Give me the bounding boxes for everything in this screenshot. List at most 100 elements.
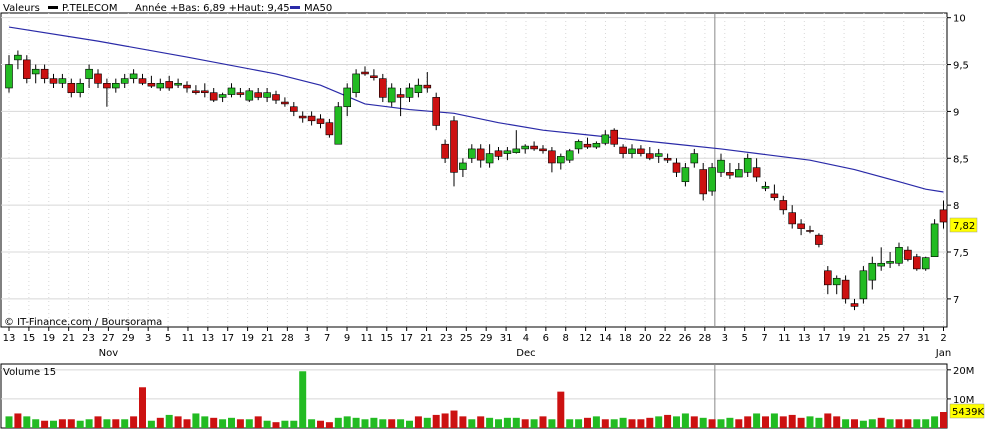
volume-bar <box>317 420 324 428</box>
x-tick-label: 29 <box>480 333 493 344</box>
candle <box>610 128 619 148</box>
legend-range: Année +Bas: 6,89 +Haut: 9,45 <box>135 2 290 14</box>
volume-bar <box>708 419 716 428</box>
candle-body <box>343 87 352 108</box>
x-tick-label: 28 <box>281 333 294 344</box>
volume-bar <box>139 387 146 428</box>
candle-body <box>14 54 22 61</box>
candle-body <box>467 148 476 159</box>
candle-body <box>5 64 13 89</box>
candle <box>859 266 868 304</box>
candle <box>912 253 921 271</box>
x-tick-label: 14 <box>599 333 612 344</box>
candle-body <box>94 73 102 84</box>
candle-body <box>183 84 191 89</box>
volume-bar <box>637 419 645 428</box>
candle-body <box>378 78 387 98</box>
volume-bar <box>512 417 520 428</box>
volume-bar <box>859 420 867 428</box>
x-tick-label: 21 <box>62 333 75 344</box>
volume-bar <box>904 419 912 428</box>
volume-bar <box>530 419 538 428</box>
last-volume-badge: 5439K <box>949 403 984 419</box>
candle <box>708 162 716 196</box>
candle-body <box>174 82 182 86</box>
candle-body <box>583 143 592 148</box>
candle-body <box>236 92 245 95</box>
volume-bar <box>32 419 40 428</box>
volume-bar <box>14 413 22 428</box>
candle-body <box>370 75 378 78</box>
x-tick-label: 28 <box>699 333 712 344</box>
candle-body <box>40 68 49 79</box>
volume-bar <box>486 417 494 428</box>
x-tick-label: 3 <box>145 333 151 344</box>
volume-bar <box>156 417 164 428</box>
x-tick-label: 20 <box>639 333 652 344</box>
candle-body <box>387 87 396 103</box>
symbol-swatch <box>48 6 58 9</box>
x-tick-label: 11 <box>182 333 195 344</box>
candle-body <box>628 148 636 154</box>
volume-bar <box>477 416 485 428</box>
candle-body <box>76 82 84 93</box>
x-tick-label: 17 <box>400 333 413 344</box>
x-tick-label: 27 <box>897 333 910 344</box>
candle-body <box>815 234 823 245</box>
volume-bar <box>352 417 360 428</box>
volume-bar <box>272 422 280 428</box>
price-panel <box>0 12 948 328</box>
candle-body <box>592 142 601 148</box>
volume-bar <box>922 419 930 428</box>
candle-body <box>138 78 147 84</box>
volume-bar <box>548 419 556 428</box>
x-tick-label: 9 <box>344 333 350 344</box>
candle-body <box>120 78 129 84</box>
volume-bar <box>147 420 155 428</box>
legend-symbol: P.TELECOM <box>62 3 117 14</box>
candlestick-chart: 77,588,599,51010M20M 13 15 19 21 23 27 29 3 5 11 1… <box>0 2 984 429</box>
candle-body <box>832 277 841 286</box>
month-label: Dec <box>516 348 535 359</box>
candle-body <box>637 148 645 154</box>
candle-body <box>352 73 360 93</box>
volume-bar <box>797 417 805 428</box>
volume-bar <box>744 416 752 428</box>
x-tick-label: 15 <box>380 333 393 344</box>
candle-body <box>645 153 654 159</box>
last-volume-label: 5439K <box>952 407 984 418</box>
y-tick-label: 10 <box>953 14 966 25</box>
x-tick-label: 5 <box>165 333 171 344</box>
candle-body <box>58 78 67 84</box>
x-tick-label: 21 <box>420 333 433 344</box>
volume-bar <box>521 419 529 428</box>
volume-bar <box>23 416 31 428</box>
candle-body <box>494 150 503 157</box>
candle-body <box>788 212 797 225</box>
candle-body <box>619 146 627 154</box>
candle-body <box>610 129 619 145</box>
candle-body <box>334 106 343 145</box>
volume-bar <box>770 413 778 428</box>
candle-body <box>806 230 814 232</box>
x-tick-label: 22 <box>659 333 672 344</box>
candle-body <box>67 82 76 93</box>
candle-body <box>112 82 120 89</box>
volume-bar <box>833 416 841 428</box>
volume-bar <box>450 410 458 428</box>
volume-bar <box>646 417 654 428</box>
volume-bar <box>414 416 422 428</box>
candle-body <box>770 193 779 198</box>
candle-body <box>272 94 280 101</box>
candle-body <box>841 279 850 300</box>
candle-body <box>441 143 449 159</box>
x-tick-label: 26 <box>679 333 692 344</box>
credit-text: © IT-Finance.com / Boursorama <box>4 317 162 328</box>
volume-bar <box>290 420 298 428</box>
x-tick-label: 6 <box>543 333 549 344</box>
x-tick-label: 12 <box>579 333 592 344</box>
volume-bar <box>334 417 342 428</box>
volume-bar <box>895 419 903 428</box>
candle-body <box>432 97 441 126</box>
x-tick-label: 21 <box>261 333 274 344</box>
